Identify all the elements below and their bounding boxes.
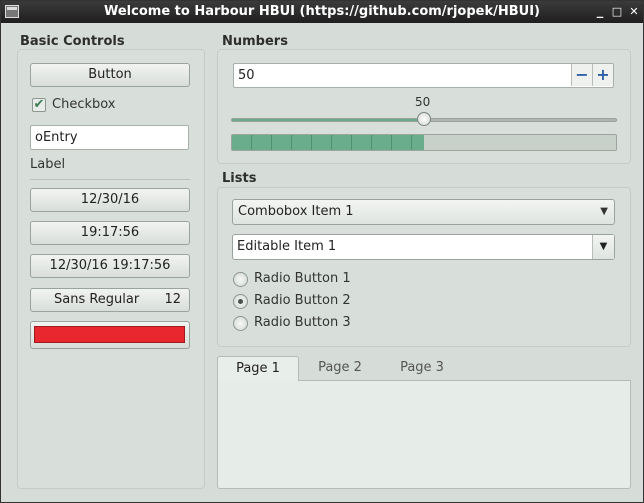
spin-entry[interactable]: 50 [233, 63, 614, 88]
minimize-icon[interactable]: _ [593, 4, 607, 19]
basic-controls-title: Basic Controls [20, 34, 125, 49]
notebook-page [217, 381, 631, 489]
static-label: Label [30, 157, 66, 172]
radio-button-1[interactable] [233, 272, 248, 287]
radio-label-2[interactable]: Radio Button 2 [254, 293, 351, 308]
tab-page-2[interactable]: Page 2 [299, 356, 381, 381]
text-entry[interactable]: oEntry [30, 125, 189, 150]
chevron-down-icon[interactable]: ▼ [592, 235, 614, 259]
maximize-icon[interactable]: □ [610, 4, 624, 19]
editable-combobox[interactable]: Editable Item 1 ▼ [232, 234, 615, 260]
push-button[interactable]: Button [30, 63, 190, 87]
minus-icon[interactable]: − [571, 64, 592, 86]
radio-button-2[interactable] [233, 294, 248, 309]
tab-page-3[interactable]: Page 3 [381, 356, 463, 381]
date-button[interactable]: 12/30/16 [30, 188, 190, 212]
color-swatch [34, 326, 185, 343]
notebook-tabs: Page 1 Page 2 Page 3 [217, 356, 631, 382]
font-button[interactable]: Sans Regular 12 [30, 288, 190, 312]
tab-page-1[interactable]: Page 1 [217, 356, 299, 382]
separator [30, 179, 190, 180]
chevron-down-icon[interactable]: ▼ [600, 200, 608, 224]
slider-fill [232, 119, 424, 121]
radio-label-3[interactable]: Radio Button 3 [254, 315, 351, 330]
font-name: Sans Regular [54, 292, 140, 307]
font-size: 12 [164, 292, 181, 307]
window-title: Welcome to Harbour HBUI (https://github.… [103, 4, 540, 19]
main-window: Welcome to Harbour HBUI (https://github.… [0, 0, 644, 503]
close-icon[interactable]: ✕ [627, 4, 641, 19]
radio-button-3[interactable] [233, 316, 248, 331]
combobox-value: Combobox Item 1 [238, 204, 354, 219]
slider-handle[interactable] [417, 112, 431, 126]
slider-value: 50 [415, 95, 431, 109]
progress-bar [231, 134, 617, 151]
progress-fill [232, 135, 424, 150]
radio-label-1[interactable]: Radio Button 1 [254, 271, 351, 286]
datetime-button[interactable]: 12/30/16 19:17:56 [30, 254, 190, 278]
time-button[interactable]: 19:17:56 [30, 221, 190, 245]
lists-title: Lists [222, 171, 257, 186]
title-bar[interactable]: Welcome to Harbour HBUI (https://github.… [1, 1, 643, 23]
editable-combobox-value: Editable Item 1 [237, 239, 337, 254]
numbers-title: Numbers [222, 34, 288, 49]
checkbox-check-icon[interactable]: ✔ [32, 98, 46, 112]
checkbox-label[interactable]: Checkbox [52, 97, 116, 112]
plus-icon[interactable]: + [592, 64, 613, 86]
combobox[interactable]: Combobox Item 1 ▼ [232, 199, 615, 225]
